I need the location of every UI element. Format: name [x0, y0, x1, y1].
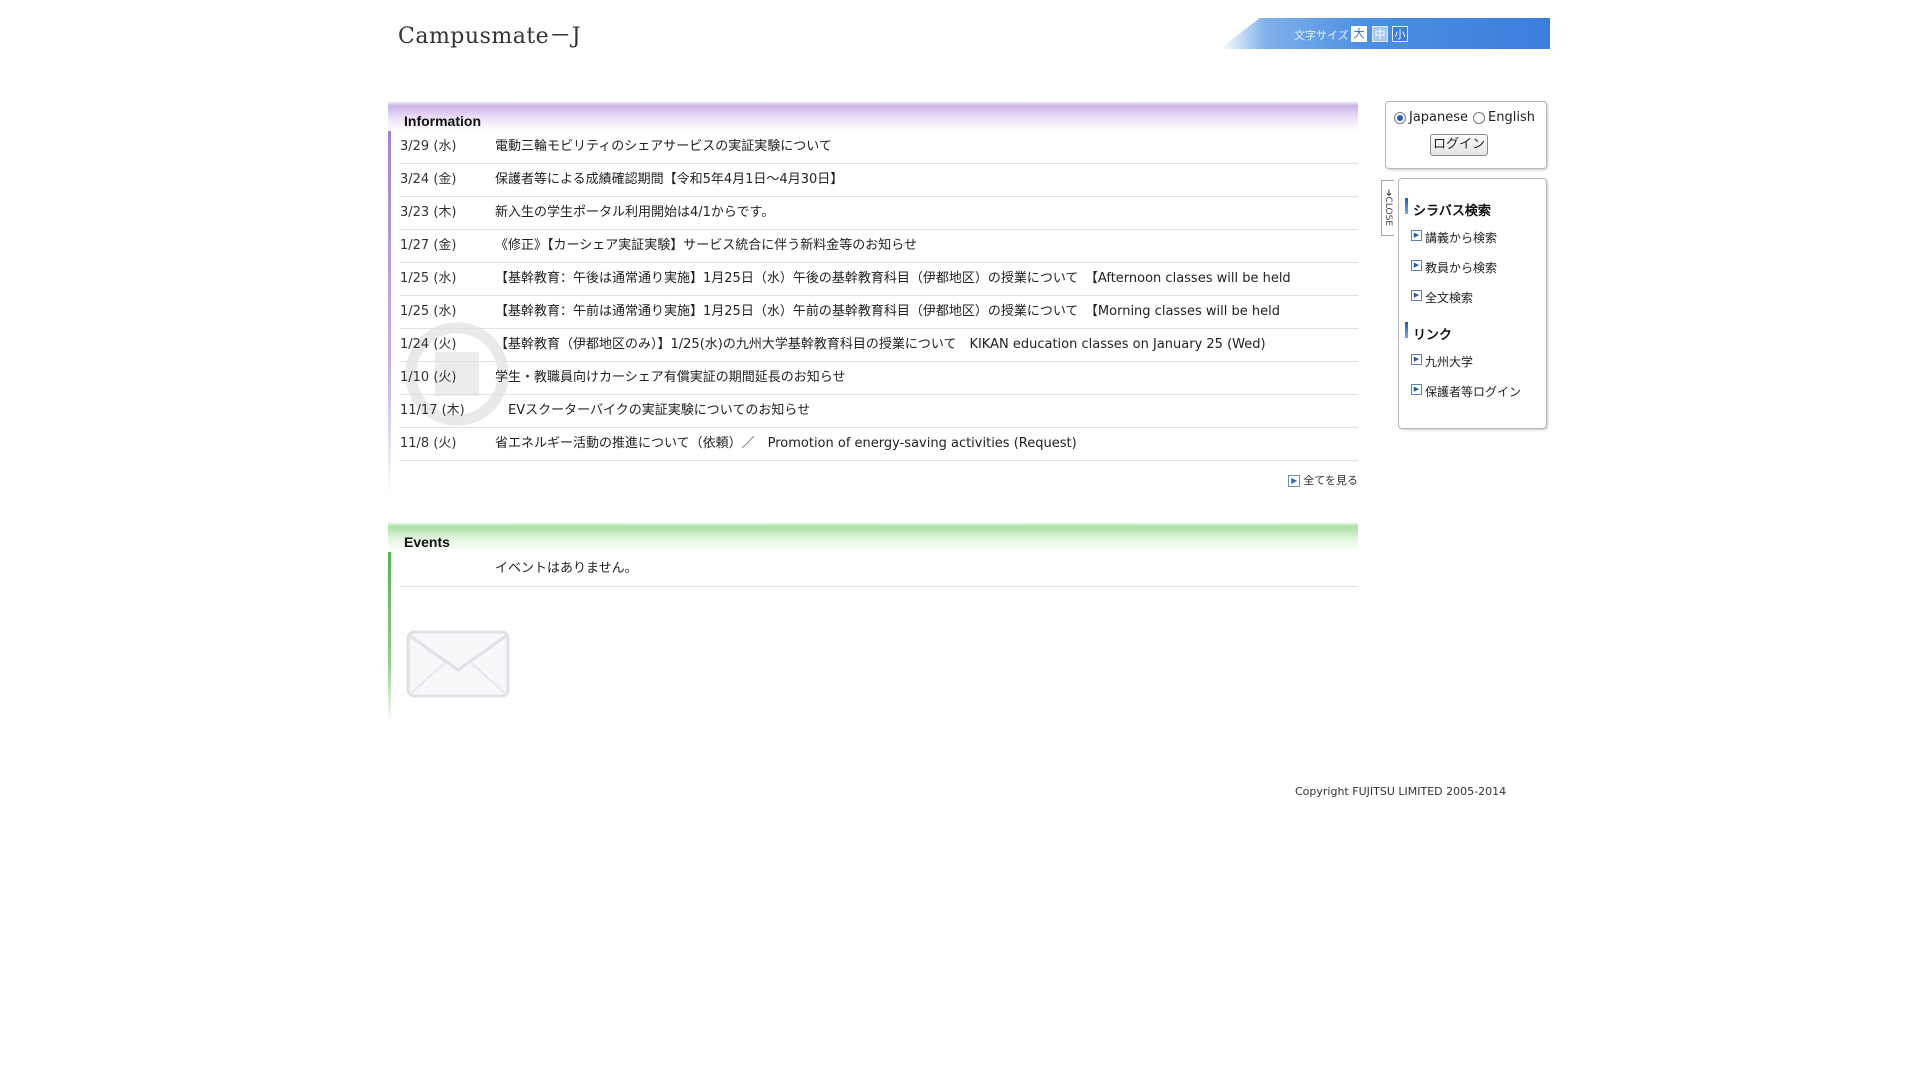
arrow-box-icon: ▶: [1411, 384, 1422, 395]
font-size-large-button[interactable]: 大: [1351, 26, 1367, 42]
information-header: Information: [388, 101, 1358, 131]
sidebar-item-label: 講義から検索: [1425, 231, 1498, 245]
information-link[interactable]: 新入生の学生ポータル利用開始は4/1からです。: [495, 197, 1358, 229]
information-panel: Information 3/29 (水) 電動三輪モビリティのシェアサービスの実証…: [388, 101, 1358, 496]
information-link[interactable]: EVスクーターバイクの実証実験についてのお知らせ: [495, 395, 1358, 427]
information-link[interactable]: 電動三輪モビリティのシェアサービスの実証実験について: [495, 131, 1358, 163]
information-item[interactable]: 11/17 (木) EVスクーターバイクの実証実験についてのお知らせ: [400, 395, 1358, 428]
view-all-label: 全てを見る: [1303, 474, 1358, 487]
sidebar-close-tab[interactable]: ➔CLOSE: [1381, 180, 1394, 236]
information-date: 11/8 (火): [400, 436, 457, 451]
syllabus-heading: シラバス検索: [1405, 198, 1491, 219]
font-size-medium-button[interactable]: 中: [1372, 26, 1388, 42]
information-date: 3/24 (金): [400, 172, 457, 187]
information-link[interactable]: 【基幹教育：午後は通常通り実施】1月25日（水）午後の基幹教育科目（伊都地区）の…: [495, 263, 1358, 295]
arrow-right-icon: ▶: [1288, 475, 1301, 487]
information-date: 1/25 (水): [400, 271, 457, 286]
information-date: 1/27 (金): [400, 238, 457, 253]
information-title: Information: [404, 113, 481, 129]
font-size-small-button[interactable]: 小: [1392, 26, 1408, 42]
information-item[interactable]: 1/25 (水) 【基幹教育：午後は通常通り実施】1月25日（水）午後の基幹教育科…: [400, 263, 1358, 296]
sidebar-item-kyushu-university[interactable]: ▶ 九州大学: [1411, 353, 1473, 370]
information-item[interactable]: 1/27 (金) 《修正》【カーシェア実証実験】サービス統合に伴う新料金等のお知ら…: [400, 230, 1358, 263]
sidebar-item-label: 教員から検索: [1425, 261, 1498, 275]
information-link[interactable]: 【基幹教育：午前は通常通り実施】1月25日（水）午前の基幹教育科目（伊都地区）の…: [495, 296, 1358, 328]
information-date: 11/17 (木): [400, 403, 465, 418]
information-item[interactable]: 1/25 (水) 【基幹教育：午前は通常通り実施】1月25日（水）午前の基幹教育科…: [400, 296, 1358, 329]
information-list: 3/29 (水) 電動三輪モビリティのシェアサービスの実証実験について 3/24 …: [388, 131, 1358, 461]
sidebar-item-label: 全文検索: [1425, 291, 1474, 305]
events-empty-message: イベントはありません。: [495, 561, 638, 576]
information-link[interactable]: 省エネルギー活動の推進について（依頼）／ Promotion of energy…: [495, 428, 1358, 460]
information-item[interactable]: 3/23 (木) 新入生の学生ポータル利用開始は4/1からです。: [400, 197, 1358, 230]
arrow-box-icon: ▶: [1411, 354, 1422, 365]
information-item[interactable]: 3/29 (水) 電動三輪モビリティのシェアサービスの実証実験について: [400, 131, 1358, 164]
japanese-label: Japanese: [1409, 110, 1469, 125]
events-empty-row: イベントはありません。: [400, 552, 1358, 587]
view-all-link[interactable]: ▶ 全てを見る: [1288, 472, 1358, 488]
english-label: English: [1488, 110, 1535, 125]
sidebar-item-search-by-teacher[interactable]: ▶ 教員から検索: [1411, 259, 1497, 276]
information-date: 1/25 (水): [400, 304, 457, 319]
information-item[interactable]: 1/24 (火) 【基幹教育（伊都地区のみ）】1/25(水)の九州大学基幹教育科目…: [400, 329, 1358, 362]
english-radio[interactable]: [1473, 111, 1486, 124]
font-size-label: 文字サイズ: [1294, 29, 1349, 42]
close-label: CLOSE: [1383, 197, 1393, 227]
events-header: Events: [388, 522, 1358, 552]
information-date: 1/24 (火): [400, 337, 457, 352]
information-link[interactable]: 保護者等による成績確認期間【令和5年4月1日～4月30日】: [495, 164, 1358, 196]
campusmate-logo: Campusmate－J: [398, 24, 582, 49]
events-panel: Events イベントはありません。: [388, 522, 1358, 722]
sidebar-item-search-by-lecture[interactable]: ▶ 講義から検索: [1411, 229, 1497, 246]
login-box: Japanese English ログイン: [1385, 101, 1547, 169]
sidebar-item-label: 保護者等ログイン: [1425, 385, 1522, 399]
mail-icon: [406, 630, 510, 698]
links-heading: リンク: [1405, 322, 1452, 343]
language-selector: Japanese English: [1394, 110, 1540, 125]
sidebar-item-full-text-search[interactable]: ▶ 全文検索: [1411, 289, 1473, 306]
arrow-box-icon: ▶: [1411, 230, 1422, 241]
close-arrow-icon: ➔: [1383, 189, 1393, 198]
sidebar-item-guardian-login[interactable]: ▶ 保護者等ログイン: [1411, 383, 1521, 400]
information-link[interactable]: 【基幹教育（伊都地区のみ）】1/25(水)の九州大学基幹教育科目の授業について …: [495, 329, 1358, 361]
japanese-radio[interactable]: [1394, 111, 1406, 124]
information-link[interactable]: 《修正》【カーシェア実証実験】サービス統合に伴う新料金等のお知らせ: [495, 230, 1358, 262]
information-date: 1/10 (火): [400, 370, 457, 385]
sidebar-nav: シラバス検索 ▶ 講義から検索 ▶ 教員から検索 ▶ 全文検索 リンク ▶ 九州大学 ▶…: [1398, 178, 1547, 429]
information-item[interactable]: 1/10 (火) 学生・教職員向けカーシェア有償実証の期間延長のお知らせ: [400, 362, 1358, 395]
arrow-box-icon: ▶: [1411, 260, 1422, 271]
login-button[interactable]: ログイン: [1430, 134, 1488, 156]
information-date: 3/23 (木): [400, 205, 457, 220]
arrow-box-icon: ▶: [1411, 290, 1422, 301]
events-title: Events: [404, 534, 450, 550]
information-date: 3/29 (水): [400, 139, 457, 154]
information-link[interactable]: 学生・教職員向けカーシェア有償実証の期間延長のお知らせ: [495, 362, 1358, 394]
sidebar-item-label: 九州大学: [1425, 355, 1474, 369]
information-item[interactable]: 11/8 (火) 省エネルギー活動の推進について（依頼）／ Promotion o…: [400, 428, 1358, 461]
copyright: Copyright FUJITSU LIMITED 2005-2014: [1295, 785, 1507, 798]
information-item[interactable]: 3/24 (金) 保護者等による成績確認期間【令和5年4月1日～4月30日】: [400, 164, 1358, 197]
